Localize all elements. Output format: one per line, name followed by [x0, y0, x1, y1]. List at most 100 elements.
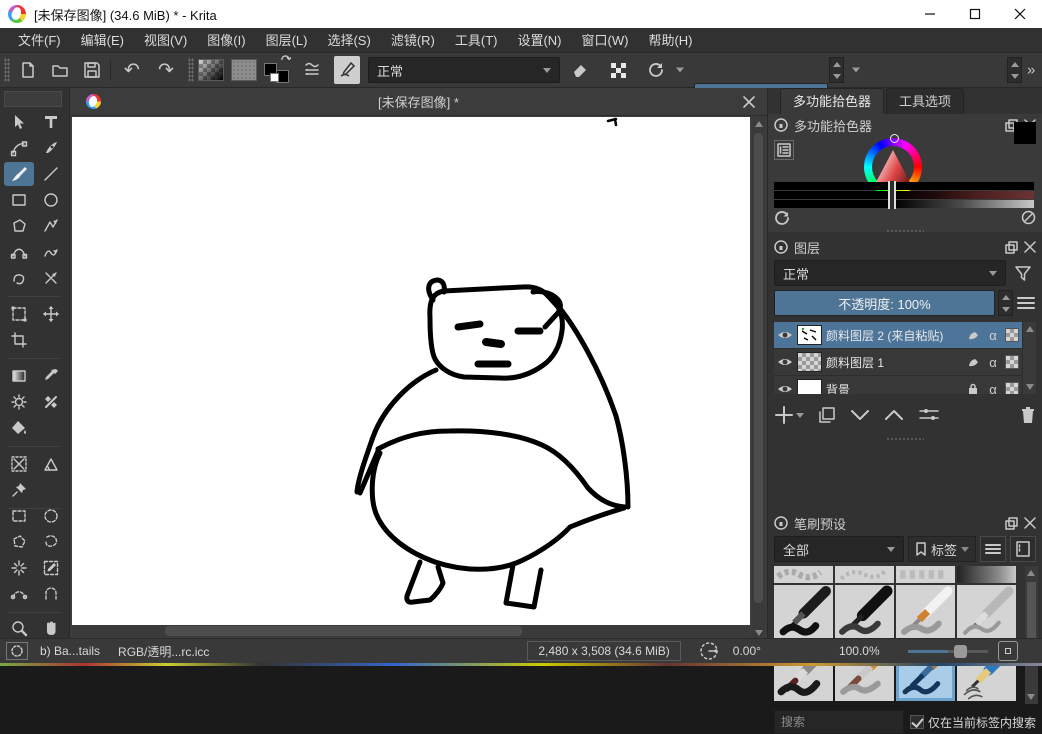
details-view-button[interactable]	[1010, 536, 1036, 562]
opacity-spinner[interactable]	[829, 57, 844, 83]
move-layer-down-button[interactable]	[850, 408, 870, 422]
layer-lock-icon[interactable]	[965, 381, 981, 394]
add-layer-button[interactable]	[774, 405, 804, 425]
menu-image[interactable]: 图像(I)	[197, 28, 255, 53]
menu-file[interactable]: 文件(F)	[8, 28, 71, 53]
maximize-button[interactable]	[952, 0, 997, 28]
zoom-slider[interactable]	[908, 650, 988, 653]
menu-edit[interactable]: 编辑(E)	[71, 28, 134, 53]
tool-color-sampler[interactable]	[36, 364, 66, 388]
tool-select-shapes[interactable]	[4, 110, 34, 134]
menu-layer[interactable]: 图层(L)	[256, 28, 318, 53]
docker-close-icon[interactable]	[1024, 241, 1036, 253]
brush-preset-eraser3[interactable]	[896, 566, 955, 583]
layer-row-paint1[interactable]: 颜料图层 1 α	[774, 349, 1022, 376]
tool-pan[interactable]	[36, 616, 66, 640]
menu-settings[interactable]: 设置(N)	[507, 28, 571, 53]
pattern-chooser[interactable]	[231, 59, 257, 81]
reload-dropdown-arrow[interactable]	[676, 68, 684, 73]
tool-bezier-curve[interactable]	[4, 240, 34, 264]
layer-blending-mode-dropdown[interactable]: 正常	[774, 260, 1006, 286]
delete-layer-button[interactable]	[1020, 406, 1036, 424]
menu-view[interactable]: 视图(V)	[134, 28, 197, 53]
shade-selector[interactable]	[774, 182, 1034, 209]
brush-search-input[interactable]	[774, 710, 904, 734]
brush-tag-filter-dropdown[interactable]: 全部	[774, 536, 904, 562]
foreground-background-colors[interactable]	[264, 57, 290, 83]
brush-preset-eraser1[interactable]	[774, 566, 833, 583]
color-selector-settings-button[interactable]	[774, 140, 794, 160]
tool-line[interactable]	[36, 162, 66, 186]
eraser-mode-button[interactable]	[566, 56, 594, 84]
tool-measure[interactable]	[36, 452, 66, 476]
brush-preset-ink-pen[interactable]	[774, 585, 833, 642]
canvas-horizontal-scrollbar[interactable]	[72, 625, 750, 637]
move-layer-up-button[interactable]	[884, 408, 904, 422]
undo-button[interactable]: ↶	[118, 56, 146, 84]
tag-button[interactable]: 标签	[908, 536, 976, 562]
blending-mode-dropdown[interactable]: 正常	[368, 57, 560, 83]
tool-freehand-brush[interactable]	[4, 162, 34, 186]
tab-advanced-color-selector[interactable]: 多功能拾色器	[780, 88, 884, 114]
statusbar-color-profile[interactable]: RGB/透明...rc.icc	[118, 643, 209, 660]
hue-cursor[interactable]	[890, 134, 899, 143]
docker-resize-handle[interactable]	[858, 436, 952, 442]
display-mode-button[interactable]	[980, 536, 1006, 562]
toolbox-drag-handle[interactable]	[4, 91, 62, 107]
layer-row-paint2[interactable]: 颜料图层 2 (来自粘贴) α	[774, 322, 1022, 349]
visibility-eye-icon[interactable]	[777, 383, 793, 394]
brush-preset-airbrush[interactable]	[957, 566, 1016, 583]
tool-smart-patch[interactable]	[4, 390, 34, 414]
docker-float-icon[interactable]	[1005, 517, 1018, 530]
open-document-button[interactable]	[46, 56, 74, 84]
tool-crop[interactable]	[4, 328, 34, 352]
menu-help[interactable]: 帮助(H)	[638, 28, 702, 53]
tool-multibrush[interactable]	[36, 266, 66, 290]
toolbar-overflow-button[interactable]: »	[1027, 62, 1035, 79]
tool-transform[interactable]	[4, 302, 34, 326]
menu-window[interactable]: 窗口(W)	[572, 28, 639, 53]
tool-fill[interactable]	[4, 416, 34, 440]
statusbar-zoom-value[interactable]: 100.0%	[839, 644, 880, 658]
alpha-channel-icon[interactable]	[1005, 328, 1019, 342]
preserve-alpha-button[interactable]	[604, 56, 632, 84]
brush-preset-pencil[interactable]	[957, 585, 1016, 642]
layer-filter-icon[interactable]	[1010, 260, 1036, 286]
tool-similar-color-select[interactable]	[4, 556, 34, 580]
tool-contiguous-select[interactable]	[36, 556, 66, 580]
tool-dynamic-brush[interactable]	[4, 266, 34, 290]
toolbar-grip[interactable]	[4, 58, 10, 82]
tool-freehand-path[interactable]	[36, 240, 66, 264]
tool-polygon-select[interactable]	[4, 530, 34, 554]
docker-lock-icon[interactable]	[774, 240, 788, 254]
docker-lock-icon[interactable]	[774, 516, 788, 530]
toolbar-grip2[interactable]	[188, 58, 194, 82]
layer-list-scrollbar[interactable]	[1023, 322, 1036, 394]
brush-editor-button[interactable]	[334, 56, 360, 84]
alpha-lock-icon[interactable]: α	[985, 327, 1001, 343]
document-close-icon[interactable]	[739, 92, 759, 112]
brush-preset-chooser-icon[interactable]	[298, 56, 326, 84]
tool-polyline[interactable]	[36, 214, 66, 238]
tool-calligraphy[interactable]	[36, 136, 66, 160]
tool-edit-shapes[interactable]	[4, 136, 34, 160]
docker-resize-handle[interactable]	[864, 228, 946, 234]
alpha-lock-icon[interactable]: α	[985, 381, 1001, 394]
search-current-tag-checkbox[interactable]	[910, 715, 924, 729]
rotation-dial-icon[interactable]	[699, 641, 719, 661]
inherit-alpha-icon[interactable]	[965, 354, 981, 370]
tool-freehand-select[interactable]	[36, 530, 66, 554]
layer-row-background[interactable]: 背景 α	[774, 376, 1022, 394]
gradient-chooser[interactable]	[198, 59, 224, 81]
duplicate-layer-button[interactable]	[818, 406, 836, 424]
fit-page-button[interactable]	[998, 641, 1018, 661]
no-color-icon[interactable]	[1021, 210, 1036, 225]
save-button[interactable]	[78, 56, 106, 84]
visibility-eye-icon[interactable]	[777, 356, 793, 368]
visibility-eye-icon[interactable]	[777, 329, 793, 341]
opacity-dropdown-arrow[interactable]	[852, 68, 860, 73]
tab-tool-options[interactable]: 工具选项	[886, 88, 964, 114]
brush-grid-scrollbar[interactable]	[1025, 566, 1038, 704]
selection-mode-icon[interactable]	[6, 642, 28, 660]
brush-preset-marker[interactable]	[835, 585, 894, 642]
